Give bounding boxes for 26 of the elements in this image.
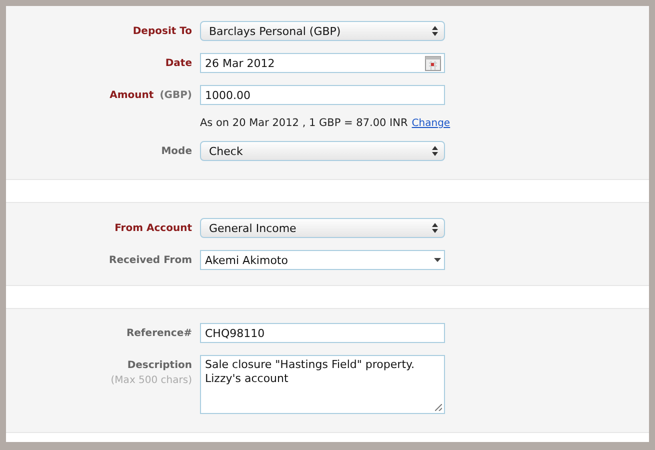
text-field[interactable]: CHQ98110 <box>200 323 445 343</box>
field-label: Reference# <box>126 328 192 339</box>
field-label: Mode <box>161 146 192 157</box>
field-label: Description <box>127 360 192 371</box>
dropdown[interactable]: Check <box>200 141 445 161</box>
dropdown[interactable]: General Income <box>200 218 445 238</box>
field-label: Received From <box>109 255 192 266</box>
field-label: Amount <box>110 90 154 101</box>
resize-grip-icon[interactable] <box>435 404 442 411</box>
text-field[interactable]: 1000.00 <box>200 85 445 105</box>
field-label: Date <box>165 58 192 69</box>
stepper-icon <box>432 146 438 156</box>
stepper-icon <box>432 26 438 36</box>
calendar-icon[interactable] <box>425 55 441 71</box>
hint-text: (Max 500 chars) <box>110 375 192 386</box>
field-label: Deposit To <box>132 26 192 37</box>
description-field[interactable]: Sale closure "Hastings Field" property. Lizzy's account <box>200 355 445 414</box>
change-link[interactable]: Change <box>412 118 450 129</box>
dropdown[interactable]: Barclays Personal (GBP) <box>200 21 445 41</box>
caret-icon[interactable] <box>434 258 441 262</box>
exchange-rate-text: As on 20 Mar 2012 , 1 GBP = 87.00 INR <box>200 117 408 129</box>
date-field[interactable]: 26 Mar 2012 <box>200 53 445 73</box>
currency-label: (GBP) <box>160 90 192 101</box>
field-label: From Account <box>114 223 192 234</box>
combo-field[interactable]: Akemi Akimoto <box>200 250 445 270</box>
stepper-icon <box>432 223 438 233</box>
